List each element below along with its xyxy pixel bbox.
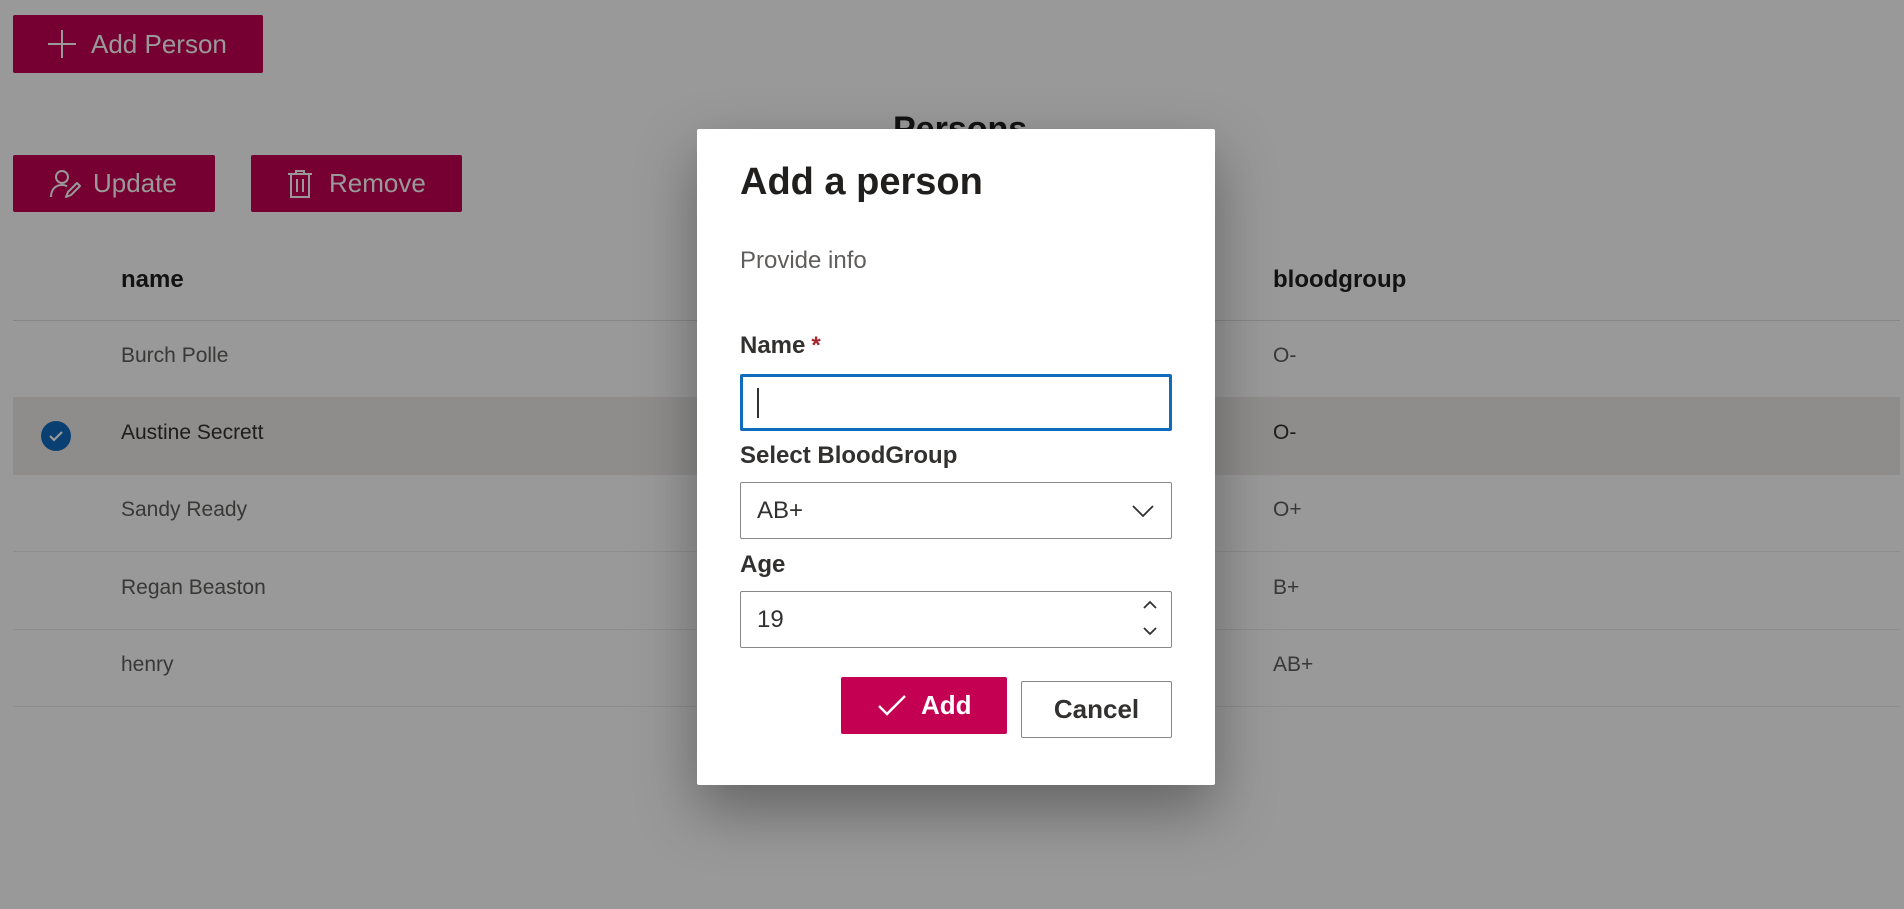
chevron-down-icon[interactable] [1141,622,1159,640]
text-caret [757,388,759,418]
chevron-down-icon [1132,505,1154,518]
age-value: 19 [757,606,784,633]
bloodgroup-field-label: Select BloodGroup [740,442,958,469]
dialog-subtitle: Provide info [740,247,867,274]
name-input[interactable] [740,374,1172,431]
age-field-label: Age [740,551,786,578]
name-label-text: Name [740,332,806,359]
add-person-dialog: Add a person Provide info Name * Select B… [697,129,1215,785]
name-field-label: Name * [740,332,821,360]
dialog-title: Add a person [740,161,983,203]
required-marker: * [811,332,821,359]
chevron-up-icon[interactable] [1141,596,1159,614]
bloodgroup-selected-value: AB+ [757,497,804,524]
add-button[interactable]: Add [841,677,1007,734]
add-button-label: Add [921,690,972,720]
age-spin-input[interactable]: 19 [740,591,1172,648]
bloodgroup-dropdown[interactable]: AB+ [740,482,1172,539]
checkmark-icon [878,694,906,716]
cancel-button-label: Cancel [1053,694,1140,724]
cancel-button[interactable]: Cancel [1021,681,1172,738]
